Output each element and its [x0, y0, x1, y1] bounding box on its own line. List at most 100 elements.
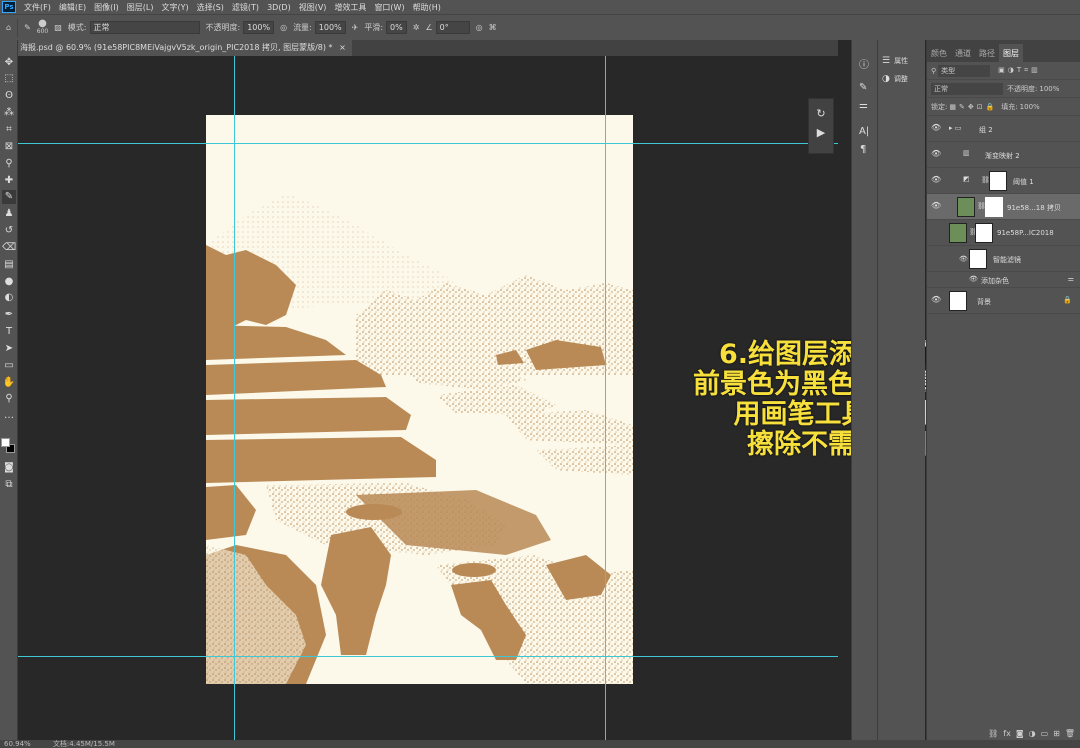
airbrush-icon[interactable]: ✈ [352, 23, 359, 32]
mode-select[interactable]: 正常 [89, 21, 200, 34]
brush-preset-picker[interactable]: ● 600 [37, 18, 48, 36]
blur-tool-icon[interactable]: ● [2, 275, 16, 289]
opacity-value[interactable]: 100% [1039, 85, 1059, 93]
rectangle-tool-icon[interactable]: ▭ [2, 359, 16, 373]
layer-gradient-map[interactable]: 👁 ▥ 渐变映射 2 [927, 142, 1080, 168]
lasso-tool-icon[interactable]: ʘ [2, 89, 16, 103]
document-tab[interactable]: 海报.psd @ 60.9% (91e58PIC8MEiVajgvV5zk_or… [18, 40, 352, 56]
mask-thumbnail[interactable] [975, 223, 993, 243]
brush-tool-icon[interactable]: ✎ [24, 23, 31, 32]
history-icon[interactable]: ↻ [809, 107, 833, 120]
close-icon[interactable]: × [339, 43, 346, 52]
filter-icons[interactable]: ▣◑T⌗▥ [998, 66, 1041, 75]
quick-mask-icon[interactable]: ◙ [2, 461, 16, 475]
filter-kind-select[interactable]: 类型 [938, 64, 991, 77]
paragraph-icon[interactable]: ¶ [860, 144, 866, 155]
zoom-level[interactable]: 60.94% [4, 740, 31, 748]
menu-help[interactable]: 帮助(H) [409, 2, 445, 13]
layer-thumbnail[interactable] [949, 291, 967, 311]
menu-edit[interactable]: 编辑(E) [55, 2, 90, 13]
play-icon[interactable]: ▶ [809, 126, 833, 139]
layer-thumbnail[interactable] [949, 223, 967, 243]
guide-vertical-left[interactable] [234, 56, 235, 740]
eraser-tool-icon[interactable]: ⌫ [2, 241, 16, 255]
adjustments-tab[interactable]: ◑ 调整 [882, 74, 908, 84]
menu-type[interactable]: 文字(Y) [157, 2, 192, 13]
eyedropper-tool-icon[interactable]: ⚲ [2, 157, 16, 171]
menu-view[interactable]: 视图(V) [295, 2, 331, 13]
home-icon[interactable]: ⌂ [6, 23, 11, 32]
healing-brush-tool-icon[interactable]: ✚ [2, 174, 16, 188]
add-mask-icon[interactable]: ◙ [1016, 729, 1024, 738]
marquee-tool-icon[interactable]: ⬚ [2, 72, 16, 86]
eye-icon[interactable]: 👁 [959, 255, 968, 263]
stamp-tool-icon[interactable]: ♟ [2, 207, 16, 221]
pressure-opacity-icon[interactable]: ◎ [280, 23, 287, 32]
type-tool-icon[interactable]: T [2, 325, 16, 339]
menu-filter[interactable]: 滤镜(T) [228, 2, 263, 13]
dodge-tool-icon[interactable]: ◐ [2, 291, 16, 305]
history-brush-tool-icon[interactable]: ↺ [2, 224, 16, 238]
menu-file[interactable]: 文件(F) [20, 2, 55, 13]
eye-icon[interactable]: 👁 [931, 295, 941, 304]
foreground-color-swatch[interactable] [1, 438, 10, 447]
move-tool-icon[interactable]: ✥ [2, 56, 16, 70]
eye-icon[interactable]: 👁 [931, 123, 941, 132]
quick-select-tool-icon[interactable]: ⁂ [2, 106, 16, 120]
eye-icon[interactable]: 👁 [969, 275, 978, 283]
menu-window[interactable]: 窗口(W) [370, 2, 408, 13]
more-tools-icon[interactable]: … [2, 409, 16, 423]
new-layer-icon[interactable]: ⊞ [1053, 729, 1060, 738]
layer-thumbnail[interactable] [957, 197, 975, 217]
flow-input[interactable]: 100% [314, 21, 346, 34]
pressure-size-icon[interactable]: ◎ [476, 23, 483, 32]
mask-thumbnail[interactable] [989, 171, 1007, 191]
layer-smart-object[interactable]: ⛓ 91e58P...IC2018 [927, 220, 1080, 246]
adjustments-sliders-icon[interactable]: ⚌ [859, 100, 868, 111]
hand-tool-icon[interactable]: ✋ [2, 376, 16, 390]
brush-settings-icon[interactable]: ▨ [54, 23, 62, 32]
adjustment-layer-icon[interactable]: ◑ [1029, 729, 1036, 738]
symmetry-icon[interactable]: ⌘ [489, 23, 497, 32]
character-icon[interactable]: A| [859, 126, 869, 137]
tab-channels[interactable]: 通道 [951, 44, 975, 62]
lock-icons[interactable]: ▦✎✥⊡🔒 [949, 103, 997, 111]
menu-plugins[interactable]: 增效工具 [330, 2, 370, 13]
menu-select[interactable]: 选择(S) [193, 2, 228, 13]
filter-options-icon[interactable]: ⚌ [1068, 275, 1074, 283]
filter-mask-thumbnail[interactable] [969, 249, 987, 269]
gear-icon[interactable]: ✲ [413, 23, 420, 32]
info-icon[interactable]: ⓘ [859, 56, 869, 71]
eye-icon[interactable]: 👁 [931, 201, 941, 210]
layer-copy-selected[interactable]: 👁 ⛓ 91e58...18 拷贝 [927, 194, 1080, 220]
new-group-icon[interactable]: ▭ [1041, 729, 1049, 738]
tab-paths[interactable]: 路径 [975, 44, 999, 62]
brush-settings-icon[interactable]: ✎ [859, 82, 867, 93]
gradient-tool-icon[interactable]: ▤ [2, 258, 16, 272]
document-canvas[interactable] [206, 115, 633, 684]
screen-mode-icon[interactable]: ⧉ [2, 478, 16, 492]
guide-vertical-right[interactable] [605, 56, 606, 740]
layer-background[interactable]: 👁 背景 🔒 [927, 288, 1080, 314]
smoothing-input[interactable]: 0% [386, 21, 407, 34]
layer-threshold[interactable]: 👁 ◩ ⛓ 阈值 1 [927, 168, 1080, 194]
document-info[interactable]: 文档:4.45M/15.5M [53, 740, 115, 748]
mask-thumbnail[interactable] [985, 197, 1003, 217]
fx-icon[interactable]: fx [1003, 729, 1011, 738]
blend-mode-select[interactable]: 正常 [931, 82, 1003, 95]
path-select-tool-icon[interactable]: ➤ [2, 342, 16, 356]
tab-color[interactable]: 颜色 [927, 44, 951, 62]
zoom-tool-icon[interactable]: ⚲ [2, 392, 16, 406]
layer-group-2[interactable]: 👁 ▸ ▭ 组 2 [927, 116, 1080, 142]
tab-layers[interactable]: 图层 [999, 44, 1023, 62]
eye-icon[interactable]: 👁 [931, 149, 941, 158]
frame-tool-icon[interactable]: ⊠ [2, 140, 16, 154]
filter-add-noise[interactable]: 👁 添加杂色 ⚌ [927, 272, 1080, 288]
menu-layer[interactable]: 图层(L) [123, 2, 158, 13]
eye-icon[interactable]: 👁 [931, 175, 941, 184]
brush-tool-icon[interactable]: ✎ [2, 190, 16, 204]
layer-smart-filters[interactable]: 👁 智能滤镜 [927, 246, 1080, 272]
fill-value[interactable]: 100% [1020, 103, 1040, 111]
guide-horizontal-bottom[interactable] [18, 656, 838, 657]
crop-tool-icon[interactable]: ⌗ [2, 123, 16, 137]
